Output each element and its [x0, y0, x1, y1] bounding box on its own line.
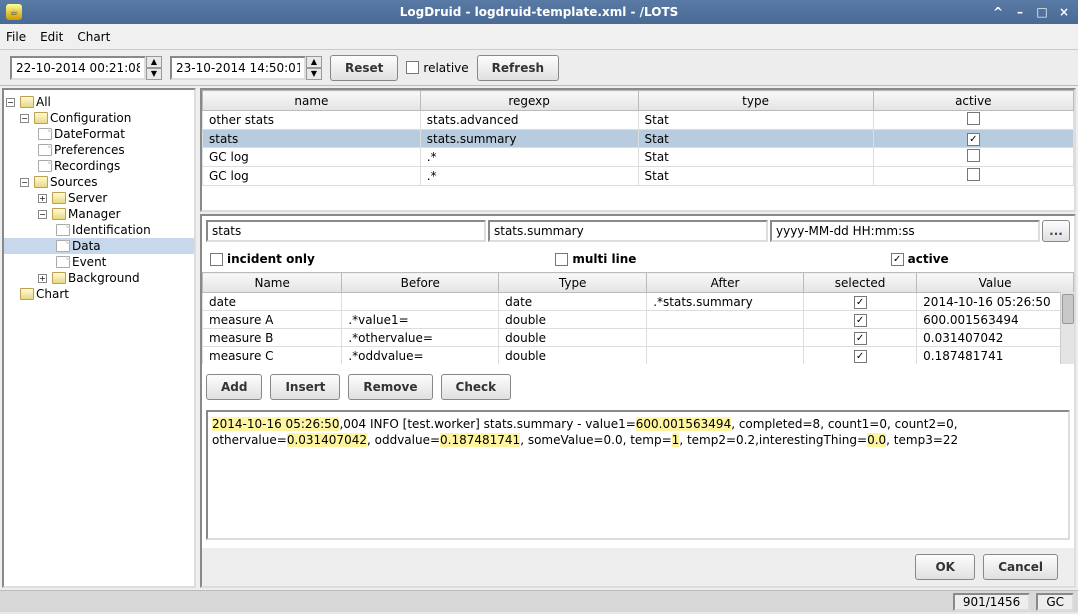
tree-identification[interactable]: Identification	[4, 222, 194, 238]
active-checkbox[interactable]	[967, 149, 980, 162]
incident-label: incident only	[227, 252, 315, 266]
regex-input[interactable]	[488, 220, 768, 242]
table-row[interactable]: measure A.*value1=double✓600.001563494	[203, 311, 1074, 329]
table-row[interactable]: datedate.*stats.summary✓2014-10-16 05:26…	[203, 293, 1074, 311]
tree-chart[interactable]: Chart	[4, 286, 194, 302]
table-row[interactable]: measure B.*othervalue=double✓0.031407042	[203, 329, 1074, 347]
remove-button[interactable]: Remove	[348, 374, 432, 400]
fcol-type[interactable]: Type	[499, 273, 647, 293]
sel-checkbox[interactable]: ✓	[854, 296, 867, 309]
sel-checkbox[interactable]: ✓	[854, 314, 867, 327]
incident-checkbox[interactable]	[210, 253, 223, 266]
menubar: File Edit Chart	[0, 24, 1078, 50]
fcol-value[interactable]: Value	[917, 273, 1074, 293]
fcol-before[interactable]: Before	[342, 273, 499, 293]
maximize-icon[interactable]: □	[1034, 5, 1050, 19]
tree-prefs[interactable]: Preferences	[4, 142, 194, 158]
menu-chart[interactable]: Chart	[77, 30, 110, 44]
log-preview: 2014-10-16 05:26:50,004 INFO [test.worke…	[206, 410, 1070, 540]
sel-checkbox[interactable]: ✓	[854, 332, 867, 345]
table-row[interactable]: GC log.*Stat	[203, 167, 1074, 186]
roll-icon[interactable]: ^	[990, 5, 1006, 19]
date-from-up-icon[interactable]: ▲	[146, 56, 162, 68]
date-from-input[interactable]	[10, 56, 146, 80]
name-input[interactable]	[206, 220, 486, 242]
tree: −All −Configuration DateFormat Preferenc…	[2, 88, 196, 588]
relative-checkbox[interactable]	[406, 61, 419, 74]
table-row[interactable]: measure C.*oddvalue=double✓0.187481741	[203, 347, 1074, 365]
tree-dateformat[interactable]: DateFormat	[4, 126, 194, 142]
reset-button[interactable]: Reset	[330, 55, 398, 81]
refresh-button[interactable]: Refresh	[477, 55, 559, 81]
active-checkbox[interactable]: ✓	[967, 133, 980, 146]
close-icon[interactable]: ×	[1056, 5, 1072, 19]
active-label: active	[908, 252, 949, 266]
multiline-checkbox[interactable]	[555, 253, 568, 266]
tree-background[interactable]: +Background	[4, 270, 194, 286]
active-checkbox[interactable]: ✓	[891, 253, 904, 266]
multiline-label: multi line	[572, 252, 636, 266]
fcol-selected[interactable]: selected	[803, 273, 916, 293]
col-name[interactable]: name	[203, 91, 421, 111]
fcol-name[interactable]: Name	[203, 273, 342, 293]
table-row[interactable]: statsstats.summaryStat✓	[203, 130, 1074, 148]
sel-checkbox[interactable]: ✓	[854, 350, 867, 363]
minimize-icon[interactable]: –	[1012, 5, 1028, 19]
browse-button[interactable]: ...	[1042, 220, 1070, 242]
window-title: LogDruid - logdruid-template.xml - /LOTS	[400, 5, 679, 19]
fields-table: NameBeforeTypeAfterselectedValue datedat…	[202, 272, 1074, 364]
cancel-button[interactable]: Cancel	[983, 554, 1058, 580]
gc-button[interactable]: GC	[1036, 593, 1074, 611]
active-checkbox[interactable]	[967, 168, 980, 181]
date-from-down-icon[interactable]: ▼	[146, 68, 162, 80]
menu-file[interactable]: File	[6, 30, 26, 44]
datefmt-input[interactable]	[770, 220, 1040, 242]
tree-sources[interactable]: −Sources	[4, 174, 194, 190]
col-type[interactable]: type	[638, 91, 873, 111]
titlebar: ☕ LogDruid - logdruid-template.xml - /LO…	[0, 0, 1078, 24]
date-to-input[interactable]	[170, 56, 306, 80]
tree-manager[interactable]: −Manager	[4, 206, 194, 222]
ok-button[interactable]: OK	[915, 554, 975, 580]
date-to-down-icon[interactable]: ▼	[306, 68, 322, 80]
menu-edit[interactable]: Edit	[40, 30, 63, 44]
col-regexp[interactable]: regexp	[420, 91, 638, 111]
toolbar: ▲▼ ▲▼ Reset relative Refresh	[0, 50, 1078, 86]
check-button[interactable]: Check	[441, 374, 512, 400]
memory-status: 901/1456	[953, 593, 1031, 611]
table-row[interactable]: other statsstats.advancedStat	[203, 111, 1074, 130]
tree-all[interactable]: −All	[4, 94, 194, 110]
active-checkbox[interactable]	[967, 112, 980, 125]
recordings-table: nameregexptypeactive other statsstats.ad…	[200, 88, 1076, 212]
tree-recordings[interactable]: Recordings	[4, 158, 194, 174]
statusbar: 901/1456 GC	[0, 590, 1078, 612]
insert-button[interactable]: Insert	[270, 374, 340, 400]
relative-label: relative	[423, 61, 468, 75]
table-row[interactable]: GC log.*Stat	[203, 148, 1074, 167]
tree-server[interactable]: +Server	[4, 190, 194, 206]
fcol-after[interactable]: After	[647, 273, 804, 293]
add-button[interactable]: Add	[206, 374, 262, 400]
tree-config[interactable]: −Configuration	[4, 110, 194, 126]
date-to-up-icon[interactable]: ▲	[306, 56, 322, 68]
scrollbar[interactable]	[1060, 292, 1074, 364]
tree-event[interactable]: Event	[4, 254, 194, 270]
tree-data[interactable]: Data	[4, 238, 194, 254]
col-active[interactable]: active	[873, 91, 1073, 111]
details-panel: ... incident only multi line ✓ active Nam…	[200, 214, 1076, 588]
app-icon: ☕	[6, 4, 22, 20]
